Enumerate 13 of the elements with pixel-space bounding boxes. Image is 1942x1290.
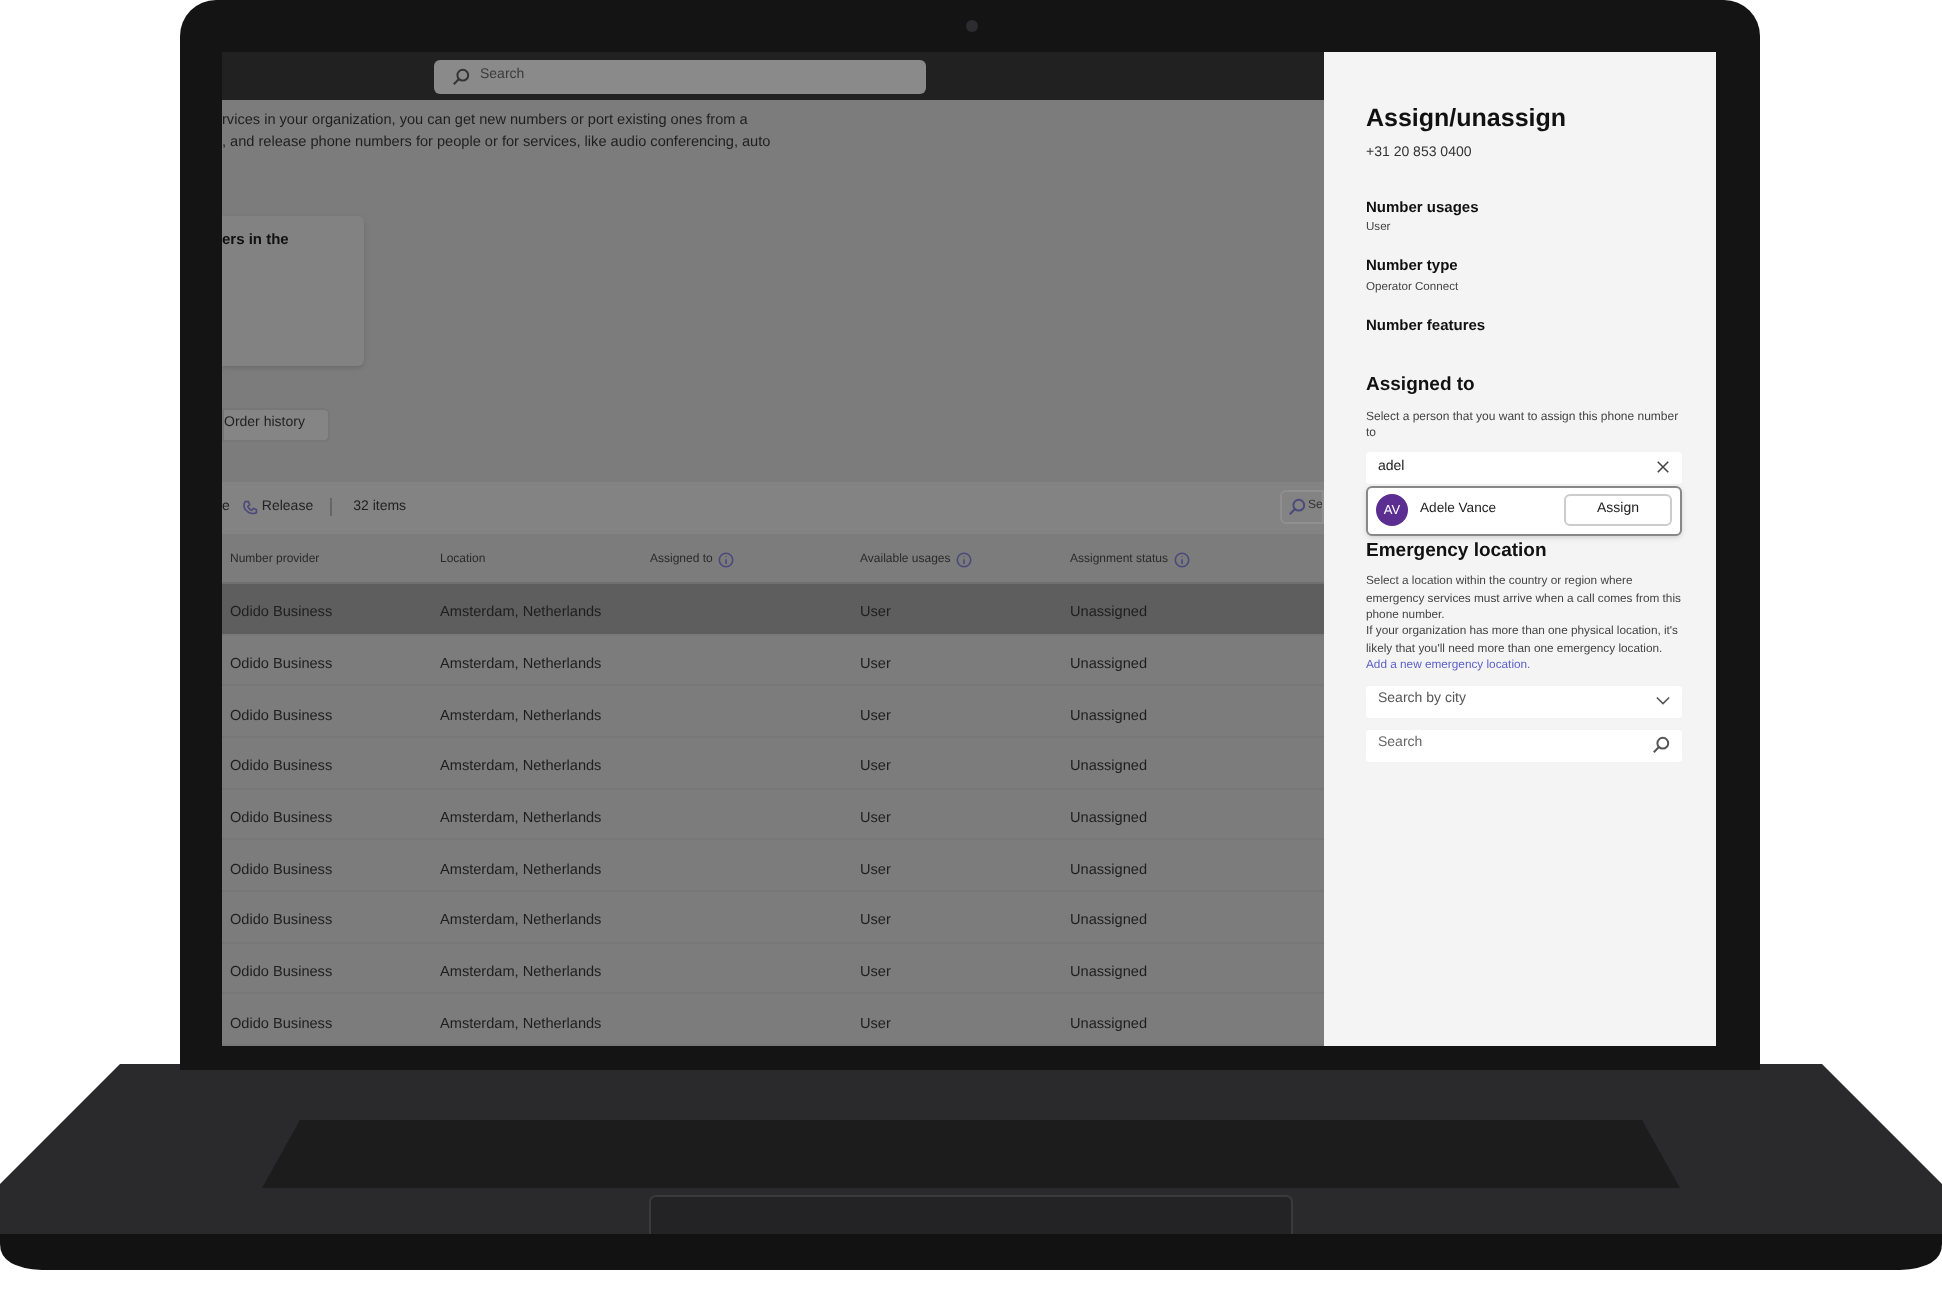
info-icon <box>1174 552 1191 569</box>
search-icon <box>1652 736 1670 755</box>
search-icon <box>1288 498 1306 517</box>
search-icon <box>452 67 470 85</box>
close-icon[interactable] <box>1656 460 1670 475</box>
phone-icon <box>241 499 258 516</box>
section-heading: Assigned to <box>1366 371 1477 400</box>
camera-icon <box>966 20 978 32</box>
info-icon <box>956 552 973 569</box>
panel-title: Assign/unassign <box>1366 102 1569 134</box>
section-heading: Emergency location <box>1366 537 1549 566</box>
info-icon <box>718 552 735 569</box>
chevron-down-icon <box>1656 696 1670 707</box>
